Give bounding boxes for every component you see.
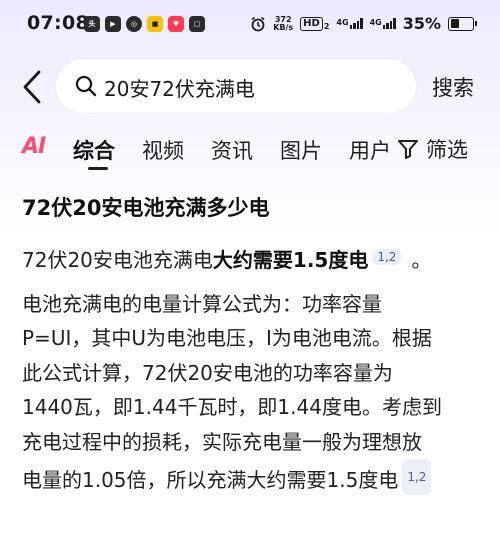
video-icon: ▶ bbox=[105, 16, 121, 32]
battery-percent: 35% bbox=[402, 14, 441, 33]
notification-icon: ▢ bbox=[189, 16, 205, 32]
signal2-label: 4G bbox=[369, 18, 382, 27]
tab-users[interactable]: 用户 bbox=[349, 135, 391, 165]
filter-button[interactable]: 筛选 bbox=[396, 134, 468, 164]
tab-ai[interactable]: AI bbox=[22, 134, 46, 159]
search-query[interactable]: 20安72伏充满电 bbox=[104, 73, 255, 102]
search-icon bbox=[75, 75, 97, 97]
signal2-icon: 4G bbox=[370, 18, 396, 29]
hd-badge: HD 2 bbox=[300, 16, 330, 31]
search-button[interactable]: 搜索 bbox=[432, 72, 474, 102]
tab-news[interactable]: 资讯 bbox=[211, 135, 253, 165]
explanation-line: 1440瓦，即1.44千瓦时，即1.44度电。考虑到 bbox=[22, 395, 442, 420]
status-right: 372 KB/s HD 2 4G 4G 35% bbox=[250, 14, 477, 33]
tab-comprehensive[interactable]: 综合 bbox=[73, 135, 115, 165]
answer-explanation: 电池充满电的电量计算公式为：功率容量 P=UI，其中U为电池电压，I为电池电流。… bbox=[22, 287, 482, 497]
status-bar: 07:08 头 ▶ ◎ ■ ♥ ▢ 372 KB/s HD 2 4G 4G 35… bbox=[0, 0, 500, 50]
red-app-icon: ♥ bbox=[168, 16, 184, 32]
explanation-line: 电池充满电的电量计算公式为：功率容量 bbox=[22, 292, 382, 316]
alarm-icon bbox=[251, 16, 265, 31]
net-speed-unit: KB/s bbox=[273, 22, 294, 32]
circle-app-icon: ◎ bbox=[126, 16, 142, 32]
active-tab-indicator bbox=[88, 167, 108, 170]
signal-icon: 4G bbox=[336, 18, 363, 29]
explanation-line: 充电过程中的损耗，实际充电量一般为理想放 bbox=[22, 429, 422, 454]
answer-summary: 72伏20安电池充满电大约需要1.5度电 1,2 。 bbox=[22, 244, 482, 273]
hd-sub: 2 bbox=[323, 21, 330, 31]
yellow-app-icon: ■ bbox=[147, 16, 163, 32]
tab-images[interactable]: 图片 bbox=[280, 135, 322, 165]
explanation-last-text: 电量的1.05倍，所以充满大约需要1.5度电 bbox=[22, 468, 399, 493]
answer-highlight: 大约需要1.5度电 bbox=[212, 248, 369, 272]
hd-label: HD bbox=[300, 16, 323, 31]
explanation-line-last: 电量的1.05倍，所以充满大约需要1.5度电 1,2 bbox=[22, 459, 482, 497]
answer-title: 72伏20安电池充满多少电 bbox=[22, 196, 270, 220]
explanation-line: 此公式计算，72伏20安电池的功率容量为 bbox=[22, 360, 393, 385]
answer-suffix: 。 bbox=[411, 248, 432, 272]
ai-answer-card: 72伏20安电池充满多少电 72伏20安电池充满电大约需要1.5度电 1,2。 电… bbox=[22, 192, 482, 497]
battery-icon bbox=[448, 16, 477, 31]
filter-label: 筛选 bbox=[426, 138, 468, 162]
status-time: 07:08 bbox=[27, 12, 89, 34]
signal1-label: 4G bbox=[336, 18, 349, 27]
filter-icon bbox=[398, 140, 418, 159]
back-button[interactable] bbox=[20, 68, 46, 106]
chevron-left-icon bbox=[23, 70, 41, 104]
status-app-icons: 头 ▶ ◎ ■ ♥ ▢ bbox=[84, 16, 205, 32]
net-speed: 372 KB/s bbox=[273, 15, 294, 32]
toutiao-icon: 头 bbox=[84, 16, 100, 32]
citation-badge[interactable]: 1,2 bbox=[372, 249, 402, 265]
explanation-line: P=UI，其中U为电池电压，I为电池电流。根据 bbox=[22, 326, 432, 351]
answer-prefix: 72伏20安电池充满电 bbox=[22, 248, 213, 272]
citation-badge[interactable]: 1,2 bbox=[402, 459, 432, 496]
result-tabs: AI 综合 视频 资讯 图片 用户 筛选 bbox=[0, 128, 500, 172]
search-input[interactable]: 20安72伏充满电 bbox=[56, 59, 416, 113]
tab-video[interactable]: 视频 bbox=[142, 135, 184, 165]
